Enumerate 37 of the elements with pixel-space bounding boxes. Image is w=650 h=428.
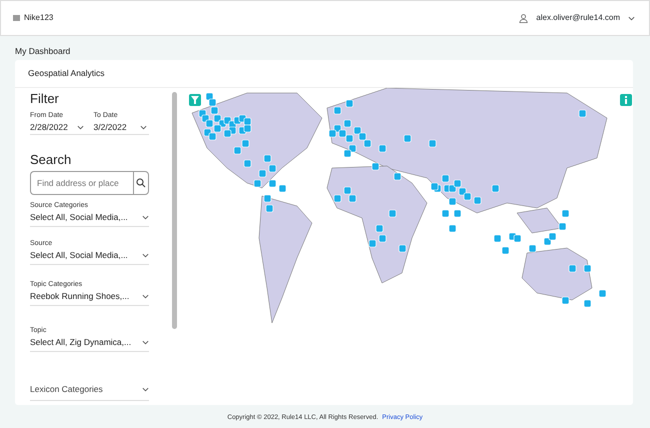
select-placeholder: Lexicon Categories — [30, 382, 103, 396]
dropdown-select[interactable]: Select All, Social Media,... — [30, 248, 149, 262]
search-heading: Search — [30, 151, 72, 168]
chevron-down-icon — [142, 386, 149, 392]
dropdown-select[interactable]: Reebok Running Shoes,... — [30, 289, 149, 303]
filter-icon — [191, 96, 199, 104]
dropdown-select[interactable]: Select All, Social Media,... — [30, 210, 149, 224]
dropdown-select[interactable]: Select All, Zig Dynamica,... — [30, 335, 149, 349]
search-button[interactable] — [133, 171, 149, 195]
brand-name: Nike123 — [24, 12, 54, 24]
filter-button[interactable] — [189, 94, 201, 106]
date-value: 3/2/2022 — [94, 120, 127, 134]
date-select[interactable]: 3/2/2022 — [94, 120, 149, 134]
chevron-down-icon — [142, 294, 149, 298]
scrollbar-thumb[interactable] — [172, 92, 177, 329]
select-value: Select All, Social Media,... — [30, 210, 128, 224]
info-button[interactable] — [620, 94, 632, 106]
user-menu[interactable]: alex.oliver@rule14.com — [519, 12, 635, 24]
search-field[interactable]: Find address or place — [30, 171, 133, 195]
card-title: Geospatial Analytics — [28, 68, 105, 78]
chevron-down-icon — [142, 214, 149, 220]
dropdown-select[interactable]: Lexicon Categories — [30, 380, 149, 398]
select-value: Select All, Zig Dynamica,... — [30, 336, 132, 348]
page-title: My Dashboard — [15, 44, 70, 58]
info-icon — [624, 96, 628, 104]
filter-heading: Filter — [30, 90, 60, 107]
chevron-down-icon — [142, 252, 149, 258]
select-value: Select All, Social Media,... — [30, 248, 128, 262]
chevron-down-icon — [142, 340, 149, 344]
user-icon — [519, 14, 528, 22]
select-value: Reebok Running Shoes,... — [30, 290, 130, 302]
search-icon — [136, 178, 146, 188]
date-select[interactable]: 2/28/2022 — [30, 120, 86, 134]
date-value: 2/28/2022 — [30, 120, 68, 134]
chevron-down-icon — [76, 124, 84, 130]
chevron-down-icon — [628, 16, 635, 20]
chevron-down-icon — [140, 124, 147, 130]
